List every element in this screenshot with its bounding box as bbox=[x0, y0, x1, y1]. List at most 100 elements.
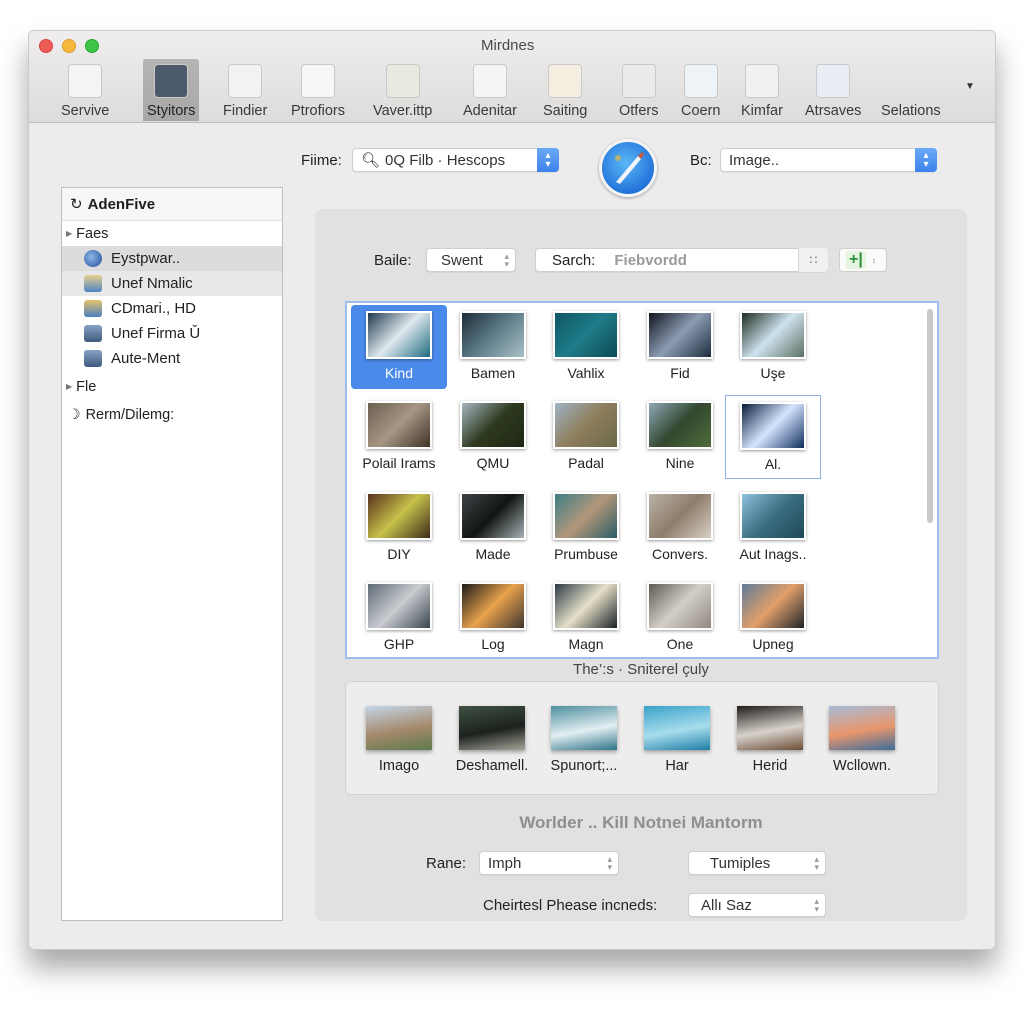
image-label: GHP bbox=[383, 636, 415, 652]
image-grid-item[interactable]: Log bbox=[445, 576, 541, 660]
scrollbar[interactable] bbox=[927, 309, 933, 523]
add-button[interactable]: +| ↕ bbox=[839, 248, 887, 272]
image-thumbnail bbox=[460, 582, 526, 630]
sidebar-item-label: Rerm/Dilemg: bbox=[85, 406, 175, 423]
strip-item[interactable]: Spunort;... bbox=[539, 706, 629, 774]
toolbar-item-6[interactable]: Adenitar bbox=[459, 59, 521, 121]
image-grid-item[interactable]: Al. bbox=[725, 395, 821, 479]
image-grid-item[interactable]: Vahlix bbox=[538, 305, 634, 389]
refresh-icon[interactable]: ↻ bbox=[70, 195, 83, 213]
disclosure-triangle-icon[interactable]: ▶ bbox=[66, 382, 72, 391]
image-grid-item[interactable]: Aut Inags.. bbox=[725, 486, 821, 570]
image-thumbnail bbox=[366, 492, 432, 540]
image-grid-item[interactable]: Made bbox=[445, 486, 541, 570]
image-grid-item[interactable]: Kind bbox=[351, 305, 447, 389]
baile-select[interactable]: Swent ▴ ▾ bbox=[426, 248, 516, 272]
image-label: Polail Irams bbox=[362, 455, 436, 471]
toolbar-item-12[interactable]: Selations bbox=[877, 59, 945, 121]
stepper-arrows-icon: ↕ bbox=[871, 255, 876, 265]
strip-item[interactable]: Deshamell. bbox=[447, 706, 537, 774]
sidebar-item[interactable]: Eystpwar.. bbox=[62, 246, 282, 271]
sidebar-item[interactable]: CDmari., HD bbox=[62, 296, 282, 321]
image-label: Made bbox=[475, 546, 511, 562]
file-select[interactable]: 🔍︎ 0Q Filb · Hescops ▴ ▾ bbox=[352, 148, 559, 172]
rane-select-value: Imph bbox=[488, 854, 522, 872]
toolbar-item-7[interactable]: Saiting bbox=[539, 59, 591, 121]
image-grid-item[interactable]: Polail Irams bbox=[351, 395, 447, 479]
image-grid-item[interactable]: Fid bbox=[632, 305, 728, 389]
toolbar-item-label: Servive bbox=[61, 103, 110, 119]
grid-caption: The’:s · Sniterel çuly bbox=[573, 661, 709, 678]
image-label: Log bbox=[481, 636, 505, 652]
image-thumbnail bbox=[553, 401, 619, 449]
file-label: Fiime: bbox=[301, 152, 342, 169]
strip-item[interactable]: Wcllown. bbox=[817, 706, 907, 774]
sidebar-item[interactable]: Unef Firma Ǔ bbox=[62, 321, 282, 346]
toolbar-item-3[interactable]: Findier bbox=[219, 59, 271, 121]
cheirtes-select[interactable]: Allı Saz ▴ ▾ bbox=[688, 893, 826, 917]
rane-label: Rane: bbox=[426, 855, 467, 872]
cheirtes-select-value: Allı Saz bbox=[701, 896, 752, 914]
bc-select-value: Image.. bbox=[729, 151, 780, 169]
minimize-window-button[interactable] bbox=[62, 39, 76, 53]
maximize-window-button[interactable] bbox=[85, 39, 99, 53]
bc-select[interactable]: Image.. ▴ ▾ bbox=[720, 148, 937, 172]
file-select-value: 0Q Filb · Hescops bbox=[385, 151, 506, 169]
toolbar-item-2[interactable]: Styitors bbox=[143, 59, 200, 121]
image-label: Bamen bbox=[470, 365, 516, 381]
image-grid-item[interactable]: GHP bbox=[351, 576, 447, 660]
section-title: Worlder .. Kill Notnei Mantorm bbox=[519, 813, 763, 832]
close-window-button[interactable] bbox=[39, 39, 53, 53]
image-thumbnail bbox=[460, 401, 526, 449]
disclosure-triangle-icon[interactable]: ▶ bbox=[66, 229, 72, 238]
toolbar-item-label: Findier bbox=[223, 103, 268, 119]
image-grid-item[interactable]: Prumbuse bbox=[538, 486, 634, 570]
sidebar-item[interactable]: Unef Nmalic bbox=[62, 271, 282, 296]
image-label: QMU bbox=[476, 455, 510, 471]
strip-thumbnail bbox=[829, 706, 895, 750]
stepper-arrows-icon: ▴ ▾ bbox=[915, 148, 937, 172]
search-field[interactable]: Sarch: Fiebvordd ∷ bbox=[535, 248, 828, 272]
chevron-down-icon[interactable]: ▼ bbox=[965, 81, 975, 92]
rane-select[interactable]: Imph ▴ ▾ bbox=[479, 851, 619, 875]
image-grid-item[interactable]: One bbox=[632, 576, 728, 660]
brush-badge-icon[interactable] bbox=[599, 139, 657, 197]
window-icon bbox=[301, 64, 335, 98]
image-label: Magn bbox=[568, 636, 604, 652]
image-label: Convers. bbox=[651, 546, 709, 562]
image-label: Nine bbox=[665, 455, 695, 471]
envelope-icon bbox=[621, 64, 656, 98]
image-thumbnail bbox=[740, 492, 806, 540]
image-grid-item[interactable]: Uşe bbox=[725, 305, 821, 389]
image-grid-item[interactable]: Bamen bbox=[445, 305, 541, 389]
image-label: Prumbuse bbox=[554, 546, 618, 562]
image-label: Fid bbox=[670, 365, 690, 381]
image-grid-item[interactable]: Convers. bbox=[632, 486, 728, 570]
tumiples-select[interactable]: Tumiples ▴ ▾ bbox=[688, 851, 826, 875]
sidebar-group-faes[interactable]: ▶ Faes bbox=[62, 221, 282, 246]
grid-dots-icon[interactable]: ∷ bbox=[798, 248, 828, 272]
sidebar-item-rerm[interactable]: ☽ Rerm/Dilemg: bbox=[62, 402, 282, 427]
image-grid-item[interactable]: QMU bbox=[445, 395, 541, 479]
image-grid-item[interactable]: Nine bbox=[632, 395, 728, 479]
toolbar-item-5[interactable]: Vaver.ittp bbox=[369, 59, 436, 121]
image-grid-item[interactable]: DIY bbox=[351, 486, 447, 570]
toolbar-item-9[interactable]: Coern bbox=[677, 59, 725, 121]
image-grid-item[interactable]: Upneg bbox=[725, 576, 821, 660]
image-grid-item[interactable]: Magn bbox=[538, 576, 634, 660]
strip-item[interactable]: Imago bbox=[354, 706, 444, 774]
strip-item[interactable]: Herid bbox=[725, 706, 815, 774]
toolbar-item-11[interactable]: Atrsaves bbox=[801, 59, 865, 121]
sidebar-item[interactable]: Aute-Ment bbox=[62, 346, 282, 371]
folder-icon bbox=[84, 275, 102, 292]
notes-icon bbox=[473, 64, 507, 98]
sidebar-group-fle[interactable]: ▶ Fle bbox=[62, 374, 282, 399]
toolbar-item-8[interactable]: Otfers bbox=[615, 59, 662, 121]
image-grid-item[interactable]: Padal bbox=[538, 395, 634, 479]
strip-item[interactable]: Har bbox=[632, 706, 722, 774]
toolbar-item-4[interactable]: Ptrofiors bbox=[287, 59, 349, 121]
image-label: Padal bbox=[568, 455, 604, 471]
stepper-arrows-icon: ▴ ▾ bbox=[814, 896, 819, 914]
toolbar-item-1[interactable]: Servive bbox=[57, 59, 113, 121]
toolbar-item-10[interactable]: Kimfar bbox=[737, 59, 787, 121]
